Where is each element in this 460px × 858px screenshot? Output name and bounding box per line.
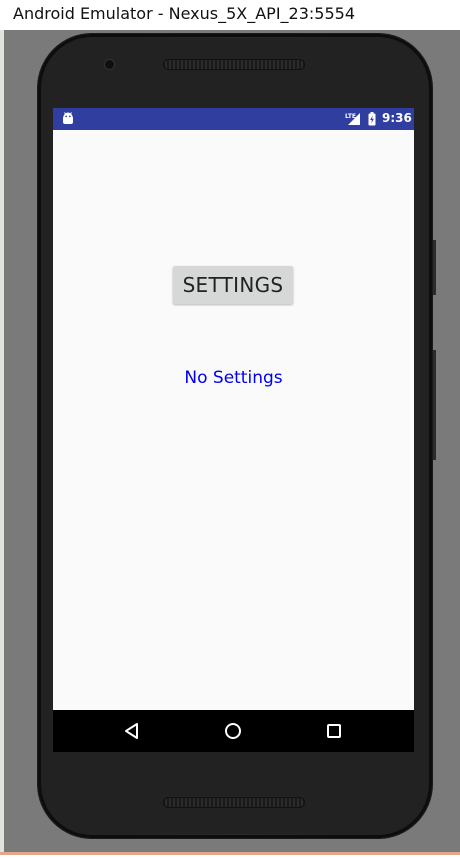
back-icon[interactable]: [121, 720, 143, 742]
power-button[interactable]: [433, 240, 436, 295]
recents-icon[interactable]: [323, 720, 345, 742]
status-time: 9:36: [382, 111, 412, 125]
window-title: Android Emulator - Nexus_5X_API_23:5554: [13, 4, 356, 23]
navigation-bar: [53, 710, 414, 752]
svg-text:LTE: LTE: [345, 113, 356, 120]
volume-rocker[interactable]: [433, 350, 436, 460]
app-content: SETTINGS No Settings: [53, 130, 414, 710]
settings-status-text: No Settings: [184, 368, 283, 388]
status-bar: LTE 9:36: [53, 108, 414, 130]
device-screen: LTE 9:36 SETTINGS No Settings: [53, 108, 414, 752]
home-icon[interactable]: [222, 720, 244, 742]
top-speaker-grille: [163, 59, 305, 70]
settings-button[interactable]: SETTINGS: [173, 266, 293, 304]
battery-icon: [368, 112, 376, 126]
bottom-speaker-grille: [163, 797, 305, 808]
emulator-title-bar: Android Emulator - Nexus_5X_API_23:5554: [0, 0, 460, 30]
android-icon: [62, 112, 74, 126]
window-bottom-border: [0, 852, 460, 855]
front-camera: [105, 60, 114, 69]
lte-signal-icon: LTE: [345, 112, 361, 126]
